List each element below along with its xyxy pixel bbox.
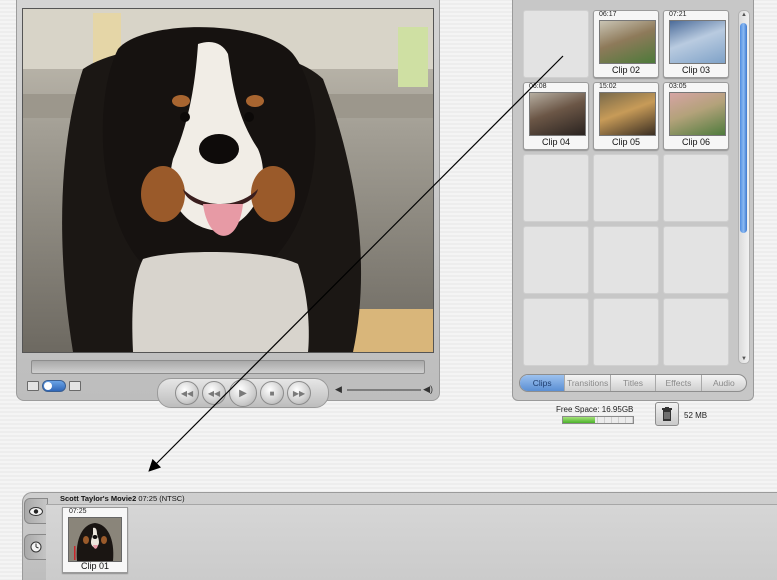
clip-duration: 07:25 xyxy=(69,508,87,515)
clip-name: Clip 04 xyxy=(541,137,570,147)
movie-title-bar: Scott Taylor's Movie2 07:25 (NTSC) xyxy=(60,494,185,503)
tab-clips[interactable]: Clips xyxy=(520,375,566,391)
dog-image xyxy=(23,9,433,352)
speaker-low-icon: ◀ xyxy=(335,384,342,394)
clip-thumbnail xyxy=(599,92,656,136)
empty-slot[interactable] xyxy=(663,154,729,222)
clip-duration: 07:21 xyxy=(669,11,687,18)
clip-thumbnail xyxy=(669,92,726,136)
eye-icon xyxy=(29,506,43,516)
clip-name: Clip 03 xyxy=(681,65,710,75)
volume-track[interactable] xyxy=(347,389,421,391)
empty-slot[interactable] xyxy=(663,226,729,294)
shelf-tabs: Clips Transitions Titles Effects Audio xyxy=(519,374,747,392)
empty-slot[interactable] xyxy=(593,298,659,366)
clip-duration: 03:05 xyxy=(669,83,687,90)
tab-titles[interactable]: Titles xyxy=(611,375,657,391)
free-space-meter xyxy=(562,416,634,424)
camera-mode-icon[interactable] xyxy=(27,381,39,391)
tab-transitions[interactable]: Transitions xyxy=(565,375,611,391)
edit-mode-icon[interactable] xyxy=(69,381,81,391)
trash-icon xyxy=(662,407,672,421)
clip-duration: 06:17 xyxy=(599,11,617,18)
clip-item[interactable]: 03:05 Clip 06 xyxy=(663,82,729,150)
empty-slot[interactable] xyxy=(663,298,729,366)
trash-size-label: 52 MB xyxy=(684,411,708,420)
clip-viewer-strip[interactable] xyxy=(46,504,777,580)
video-preview xyxy=(22,8,434,353)
clip-item[interactable]: 15:02 Clip 05 xyxy=(593,82,659,150)
trash-button[interactable] xyxy=(655,402,679,426)
empty-slot[interactable] xyxy=(593,154,659,222)
timeline-clip[interactable]: 07:25 Clip 01 xyxy=(62,507,128,573)
rewind-icon[interactable]: ◀◀ xyxy=(202,381,226,405)
movie-title: Scott Taylor's Movie2 xyxy=(60,494,137,503)
scrollbar-thumb[interactable] xyxy=(740,23,747,233)
tab-effects[interactable]: Effects xyxy=(656,375,702,391)
free-space-fill xyxy=(563,417,595,423)
rewind-start-icon[interactable]: ◀◀ xyxy=(175,381,199,405)
mode-toggle[interactable] xyxy=(42,380,66,392)
timeline-viewer-tab[interactable] xyxy=(24,534,48,560)
clip-thumbnail xyxy=(68,517,122,562)
clip-item[interactable]: 06:08 Clip 04 xyxy=(523,82,589,150)
playhead-scrubber[interactable] xyxy=(31,360,425,374)
shelf-scrollbar[interactable]: ▲ ▼ xyxy=(738,10,750,364)
clip-name: Clip 02 xyxy=(611,65,640,75)
dog-thumbnail xyxy=(69,518,121,561)
empty-slot[interactable] xyxy=(523,154,589,222)
free-space-label: Free Space: 16.95GB xyxy=(556,405,634,414)
clip-duration: 15:02 xyxy=(599,83,617,90)
empty-slot[interactable] xyxy=(523,10,589,78)
empty-slot[interactable] xyxy=(593,226,659,294)
fast-forward-icon[interactable]: ▶▶ xyxy=(287,381,311,405)
camera-edit-mode-switch[interactable] xyxy=(27,380,81,392)
clip-thumbnail xyxy=(669,20,726,64)
play-button[interactable]: ▶ xyxy=(229,379,257,407)
clip-name: Clip 05 xyxy=(611,137,640,147)
clip-item[interactable]: 06:17 Clip 02 xyxy=(593,10,659,78)
movie-info: 07:25 (NTSC) xyxy=(138,494,185,503)
clip-name: Clip 06 xyxy=(681,137,710,147)
clip-grid: 06:17 Clip 02 07:21 Clip 03 06:08 Clip 0… xyxy=(523,10,733,366)
clock-icon xyxy=(30,541,42,553)
tab-audio[interactable]: Audio xyxy=(702,375,746,391)
speaker-high-icon: ◀) xyxy=(423,384,433,394)
clip-duration: 06:08 xyxy=(529,83,547,90)
clip-viewer-tab[interactable] xyxy=(24,498,48,524)
monitor-window: ◀◀ ◀◀ ▶ ■ ▶▶ ◀ ◀) xyxy=(16,0,440,408)
clip-thumbnail xyxy=(599,20,656,64)
play-fullscreen-button[interactable]: ■ xyxy=(260,381,284,405)
clip-item[interactable]: 07:21 Clip 03 xyxy=(663,10,729,78)
scroll-down-icon[interactable]: ▼ xyxy=(739,356,749,362)
clips-shelf: 06:17 Clip 02 07:21 Clip 03 06:08 Clip 0… xyxy=(512,0,754,401)
clip-name: Clip 01 xyxy=(80,561,109,571)
volume-slider[interactable]: ◀ ◀) xyxy=(335,384,433,396)
playback-controls: ◀◀ ◀◀ ▶ ■ ▶▶ xyxy=(157,378,329,408)
empty-slot[interactable] xyxy=(523,298,589,366)
empty-slot[interactable] xyxy=(523,226,589,294)
clip-thumbnail xyxy=(529,92,586,136)
scroll-up-icon[interactable]: ▲ xyxy=(739,12,749,18)
